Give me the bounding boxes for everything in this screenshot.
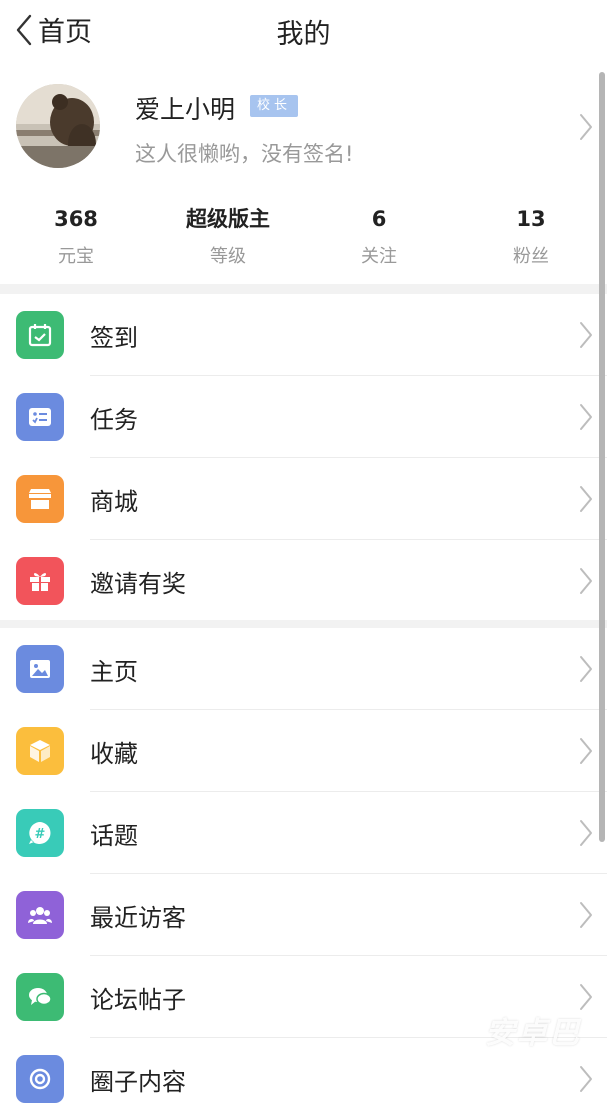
stat-following[interactable]: 6 关注 xyxy=(303,200,455,268)
hashtag-bubble-icon: # xyxy=(16,809,64,857)
stat-label: 关注 xyxy=(361,246,397,267)
role-badge: 校长 xyxy=(250,95,299,117)
chevron-right-icon xyxy=(580,738,592,764)
menu-label: 签到 xyxy=(90,324,138,352)
top-navigation-bar: 首页 我的 xyxy=(0,0,607,58)
chevron-right-icon xyxy=(580,114,592,140)
menu-item-recent-visitors[interactable]: 最近访客 xyxy=(0,874,607,956)
stat-level[interactable]: 超级版主 等级 xyxy=(152,200,304,268)
stat-label: 元宝 xyxy=(58,246,94,267)
stat-value: 13 xyxy=(516,207,546,231)
avatar-image xyxy=(16,84,100,168)
store-icon xyxy=(16,475,64,523)
chevron-right-icon xyxy=(580,486,592,512)
menu-label: 商城 xyxy=(90,488,138,516)
chevron-right-icon xyxy=(580,568,592,594)
image-icon xyxy=(16,645,64,693)
chevron-right-icon xyxy=(580,902,592,928)
menu-item-checkin[interactable]: 签到 xyxy=(0,294,607,376)
stat-label: 粉丝 xyxy=(513,246,549,267)
menu-label: 收藏 xyxy=(90,740,138,768)
svg-text:#: # xyxy=(35,827,46,842)
menu-item-invite[interactable]: 邀请有奖 xyxy=(0,540,607,622)
menu-label: 任务 xyxy=(90,406,138,434)
chat-bubbles-icon xyxy=(16,973,64,1021)
menu-label: 最近访客 xyxy=(90,904,186,932)
profile-card[interactable]: 爱上小明 校长 这人很懒哟，没有签名! xyxy=(0,58,607,198)
menu-item-favorites[interactable]: 收藏 xyxy=(0,710,607,792)
box-icon xyxy=(16,727,64,775)
chevron-right-icon xyxy=(580,404,592,430)
chevron-right-icon xyxy=(580,322,592,348)
calendar-check-icon xyxy=(16,311,64,359)
menu-item-homepage[interactable]: 主页 xyxy=(0,628,607,710)
page-title: 我的 xyxy=(276,19,331,50)
menu-label: 话题 xyxy=(90,822,138,850)
avatar[interactable] xyxy=(16,84,100,168)
chevron-right-icon xyxy=(580,1066,592,1092)
stat-coins[interactable]: 368 元宝 xyxy=(0,200,152,268)
scrollbar[interactable] xyxy=(599,72,605,842)
chevron-right-icon xyxy=(580,820,592,846)
menu-label: 主页 xyxy=(90,658,138,686)
task-list-icon xyxy=(16,393,64,441)
menu-label: 邀请有奖 xyxy=(90,570,186,598)
chevron-right-icon xyxy=(580,656,592,682)
stat-value: 超级版主 xyxy=(186,207,270,231)
user-signature: 这人很懒哟，没有签名! xyxy=(135,142,354,166)
stat-followers[interactable]: 13 粉丝 xyxy=(455,200,607,268)
menu-label: 论坛帖子 xyxy=(90,986,186,1014)
gift-icon xyxy=(16,557,64,605)
stat-value: 368 xyxy=(54,207,98,231)
menu-item-topics[interactable]: # 话题 xyxy=(0,792,607,874)
stat-label: 等级 xyxy=(210,246,246,267)
user-stats: 368 元宝 超级版主 等级 6 关注 13 粉丝 xyxy=(0,200,607,280)
circle-content-icon xyxy=(16,1055,64,1103)
section-divider xyxy=(0,284,607,294)
chevron-right-icon xyxy=(580,984,592,1010)
stat-value: 6 xyxy=(371,207,387,231)
menu-item-tasks[interactable]: 任务 xyxy=(0,376,607,458)
users-icon xyxy=(16,891,64,939)
username: 爱上小明 xyxy=(135,95,236,124)
menu-item-store[interactable]: 商城 xyxy=(0,458,607,540)
watermark: 安卓巴 xyxy=(485,1016,581,1051)
